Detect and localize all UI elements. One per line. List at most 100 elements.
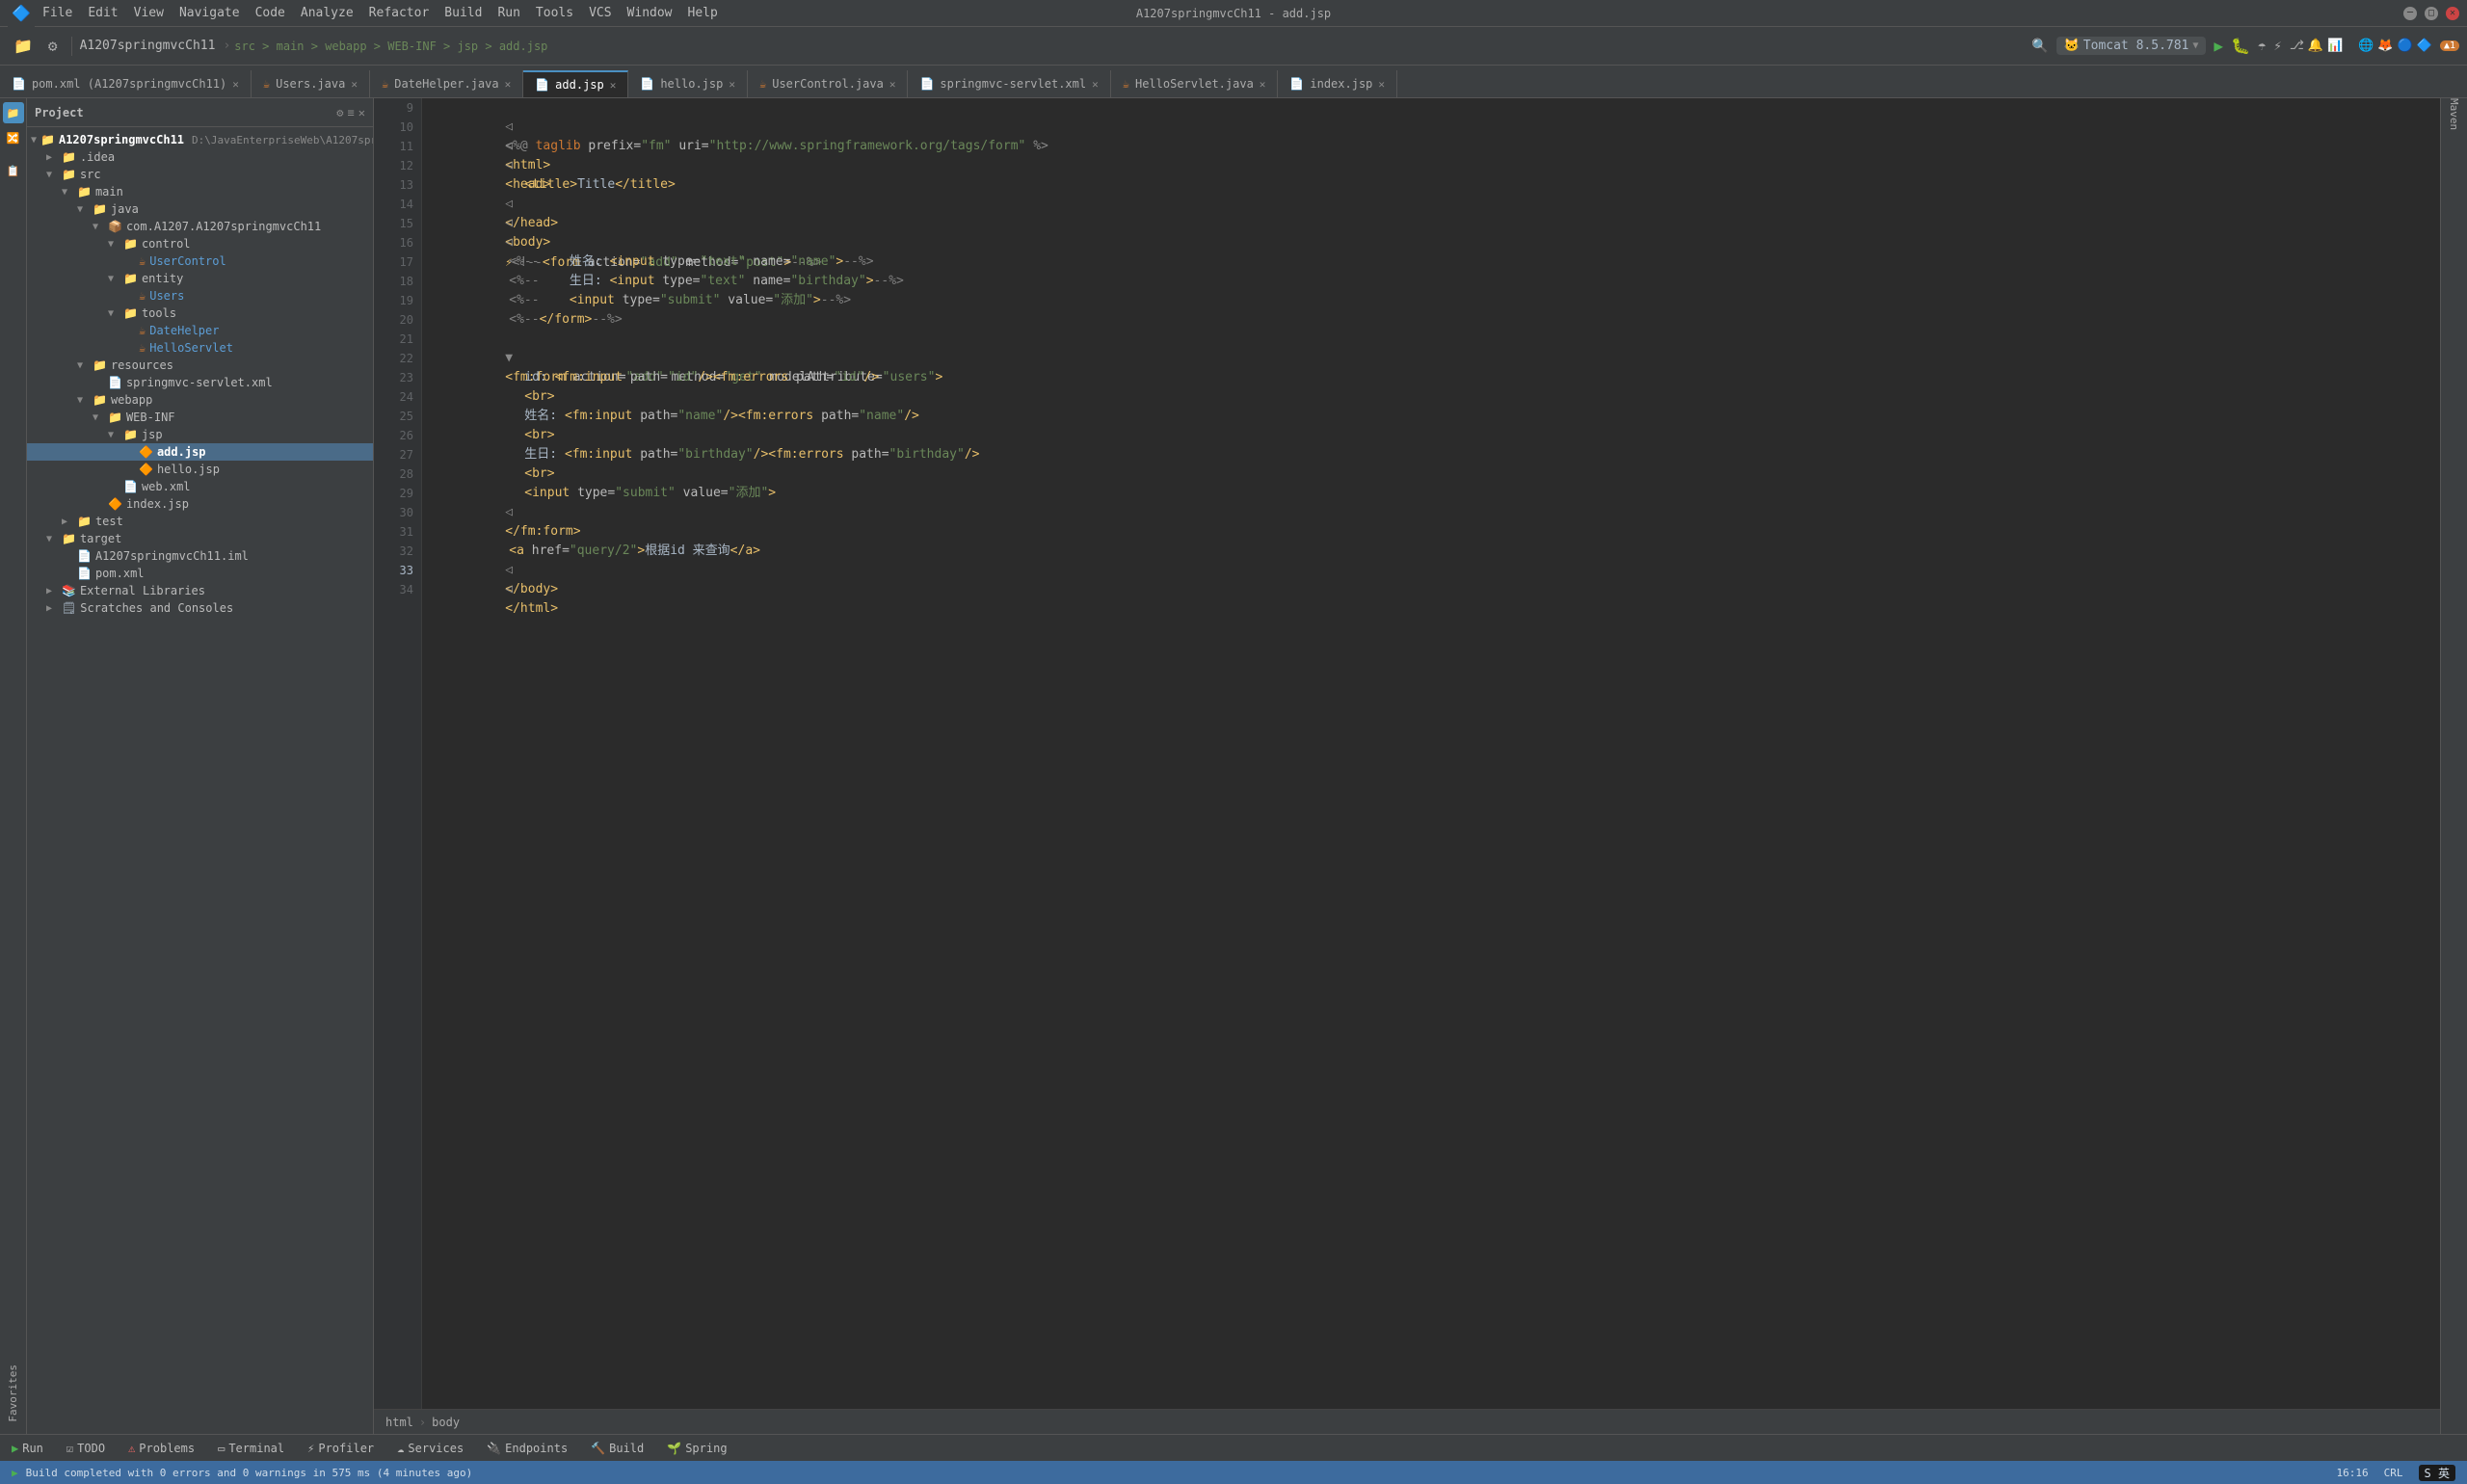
tree-src[interactable]: ▼ 📁 src [27, 166, 373, 183]
tab-helloservlet-close[interactable]: ✕ [1260, 78, 1266, 91]
menu-window[interactable]: Window [620, 4, 680, 22]
tree-entity[interactable]: ▼ 📁 entity [27, 270, 373, 287]
services-button[interactable]: ☁ Services [393, 1440, 467, 1457]
firefox-icon[interactable]: 🦊 [2377, 39, 2393, 53]
close-button[interactable]: ✕ [2446, 7, 2459, 20]
menu-view[interactable]: View [126, 4, 172, 22]
tab-add[interactable]: 📄 add.jsp ✕ [523, 70, 628, 97]
profiler-button[interactable]: ⚡ Profiler [304, 1440, 378, 1457]
menu-edit[interactable]: Edit [80, 4, 125, 22]
fold-32[interactable]: ◁ [505, 563, 513, 577]
tab-springmvc[interactable]: 📄 springmvc-servlet.xml ✕ [908, 70, 1110, 97]
spring-button[interactable]: 🌱 Spring [663, 1440, 730, 1457]
tree-root[interactable]: ▼ 📁 A1207springmvcCh11 D:\JavaEnterprise… [27, 131, 373, 148]
tree-webapp[interactable]: ▼ 📁 webapp [27, 391, 373, 409]
run-bottom-button[interactable]: ▶ Run [8, 1440, 47, 1457]
tree-main[interactable]: ▼ 📁 main [27, 183, 373, 200]
fold-29[interactable]: ◁ [505, 505, 513, 519]
tab-pom-close[interactable]: ✕ [232, 78, 239, 91]
tree-webinf[interactable]: ▼ 📁 WEB-INF [27, 409, 373, 426]
tree-target[interactable]: ▼ 📁 target [27, 530, 373, 547]
fold-11[interactable]: ◁ [505, 158, 513, 172]
tree-web-xml[interactable]: 📄 web.xml [27, 478, 373, 495]
panel-expand-icon[interactable]: ≡ [348, 106, 355, 119]
tab-hello-close[interactable]: ✕ [729, 78, 735, 91]
breadcrumb-html[interactable]: html [385, 1416, 413, 1429]
tree-resources[interactable]: ▼ 📁 resources [27, 357, 373, 374]
tree-usercontrol[interactable]: ☕ UserControl [27, 252, 373, 270]
tab-springmvc-close[interactable]: ✕ [1092, 78, 1099, 91]
terminal-button[interactable]: ▭ Terminal [214, 1440, 288, 1457]
tree-users[interactable]: ☕ Users [27, 287, 373, 305]
settings-button[interactable]: ⚙ [42, 33, 64, 59]
tree-jsp[interactable]: ▼ 📁 jsp [27, 426, 373, 443]
vcs-icon[interactable]: 📊 [2327, 39, 2343, 53]
code-editor[interactable]: 9 10 11 12 13 14 15 16 17 18 19 20 21 22… [374, 98, 2440, 1409]
chrome-icon[interactable]: 🌐 [2358, 39, 2374, 53]
tree-add-jsp[interactable]: 🔶 add.jsp [27, 443, 373, 461]
tree-datehelper[interactable]: ☕ DateHelper [27, 322, 373, 339]
project-view-toggle[interactable]: 📁 [8, 33, 39, 59]
tree-idea[interactable]: ▶ 📁 .idea [27, 148, 373, 166]
tab-index-close[interactable]: ✕ [1378, 78, 1385, 91]
profile-button[interactable]: ⚡ [2273, 39, 2281, 54]
tree-control[interactable]: ▼ 📁 control [27, 235, 373, 252]
tab-users[interactable]: ☕ Users.java ✕ [252, 70, 370, 97]
tab-usercontrol-close[interactable]: ✕ [889, 78, 896, 91]
fold-13[interactable]: ◁ [505, 197, 513, 211]
tab-users-close[interactable]: ✕ [351, 78, 358, 91]
search-everywhere-button[interactable]: 🔍 [2031, 39, 2048, 54]
tree-ext-libs[interactable]: ▶ 📚 External Libraries [27, 582, 373, 599]
debug-button[interactable]: 🐛 [2231, 37, 2250, 55]
edge-icon[interactable]: 🔵 [2398, 39, 2413, 53]
tree-tools[interactable]: ▼ 📁 tools [27, 305, 373, 322]
structure-sidebar-icon[interactable]: 📋 [3, 160, 24, 181]
notifications-icon[interactable]: 🔔 [2308, 39, 2323, 53]
tab-pom[interactable]: 📄 pom.xml (A1207springmvcCh11) ✕ [0, 70, 252, 97]
favorites-label[interactable]: Favorites [3, 1357, 23, 1430]
tab-datehelper-close[interactable]: ✕ [505, 78, 512, 91]
tab-datehelper[interactable]: ☕ DateHelper.java ✕ [370, 70, 523, 97]
tree-scratches[interactable]: ▶ 🗒 Scratches and Consoles [27, 599, 373, 617]
menu-tools[interactable]: Tools [528, 4, 581, 22]
menu-help[interactable]: Help [680, 4, 726, 22]
fold-15[interactable]: ◁ [505, 235, 513, 250]
menu-analyze[interactable]: Analyze [293, 4, 361, 22]
tree-iml[interactable]: 📄 A1207springmvcCh11.iml [27, 547, 373, 565]
tree-pom[interactable]: 📄 pom.xml [27, 565, 373, 582]
todo-button[interactable]: ☑ TODO [63, 1440, 109, 1457]
build-button[interactable]: 🔨 Build [587, 1440, 648, 1457]
endpoints-button[interactable]: 🔌 Endpoints [483, 1440, 571, 1457]
panel-settings-icon[interactable]: ⚙ [336, 106, 343, 119]
tree-test[interactable]: ▶ 📁 test [27, 513, 373, 530]
tree-index-jsp[interactable]: 🔶 index.jsp [27, 495, 373, 513]
tree-springmvc[interactable]: 📄 springmvc-servlet.xml [27, 374, 373, 391]
coverage-button[interactable]: ☂ [2258, 39, 2266, 54]
tree-helloservlet[interactable]: ☕ HelloServlet [27, 339, 373, 357]
fold-21[interactable]: ▼ [505, 351, 513, 365]
tree-java[interactable]: ▼ 📁 java [27, 200, 373, 218]
code-content[interactable]: ◁ <%@ taglib prefix="fm" uri="http://www… [422, 98, 2440, 1409]
tree-com[interactable]: ▼ 📦 com.A1207.A1207springmvcCh11 [27, 218, 373, 235]
menu-code[interactable]: Code [248, 4, 293, 22]
commit-sidebar-icon[interactable]: 🔀 [3, 127, 24, 148]
ie-icon[interactable]: 🔷 [2417, 39, 2432, 53]
fold-33[interactable]: ◁ [505, 582, 513, 596]
run-button[interactable]: ▶ [2214, 37, 2223, 55]
tab-add-close[interactable]: ✕ [610, 79, 617, 92]
problems-button[interactable]: ⚠ Problems [124, 1440, 199, 1457]
menu-file[interactable]: File [35, 4, 80, 22]
fold-10[interactable]: ◁ [505, 139, 513, 153]
breadcrumb-body[interactable]: body [432, 1416, 460, 1429]
git-icon[interactable]: ⎇ [2290, 39, 2304, 53]
menu-vcs[interactable]: VCS [581, 4, 619, 22]
project-sidebar-icon[interactable]: 📁 [3, 102, 24, 123]
menu-build[interactable]: Build [437, 4, 490, 22]
tab-hello[interactable]: 📄 hello.jsp ✕ [628, 70, 748, 97]
minimize-button[interactable]: ─ [2403, 7, 2417, 20]
tab-usercontrol[interactable]: ☕ UserControl.java ✕ [748, 70, 908, 97]
menu-navigate[interactable]: Navigate [172, 4, 248, 22]
run-config-selector[interactable]: 🐱 Tomcat 8.5.781 ▼ [2056, 37, 2207, 55]
maven-label-btn[interactable]: Maven [2444, 104, 2465, 125]
tab-helloservlet[interactable]: ☕ HelloServlet.java ✕ [1111, 70, 1279, 97]
